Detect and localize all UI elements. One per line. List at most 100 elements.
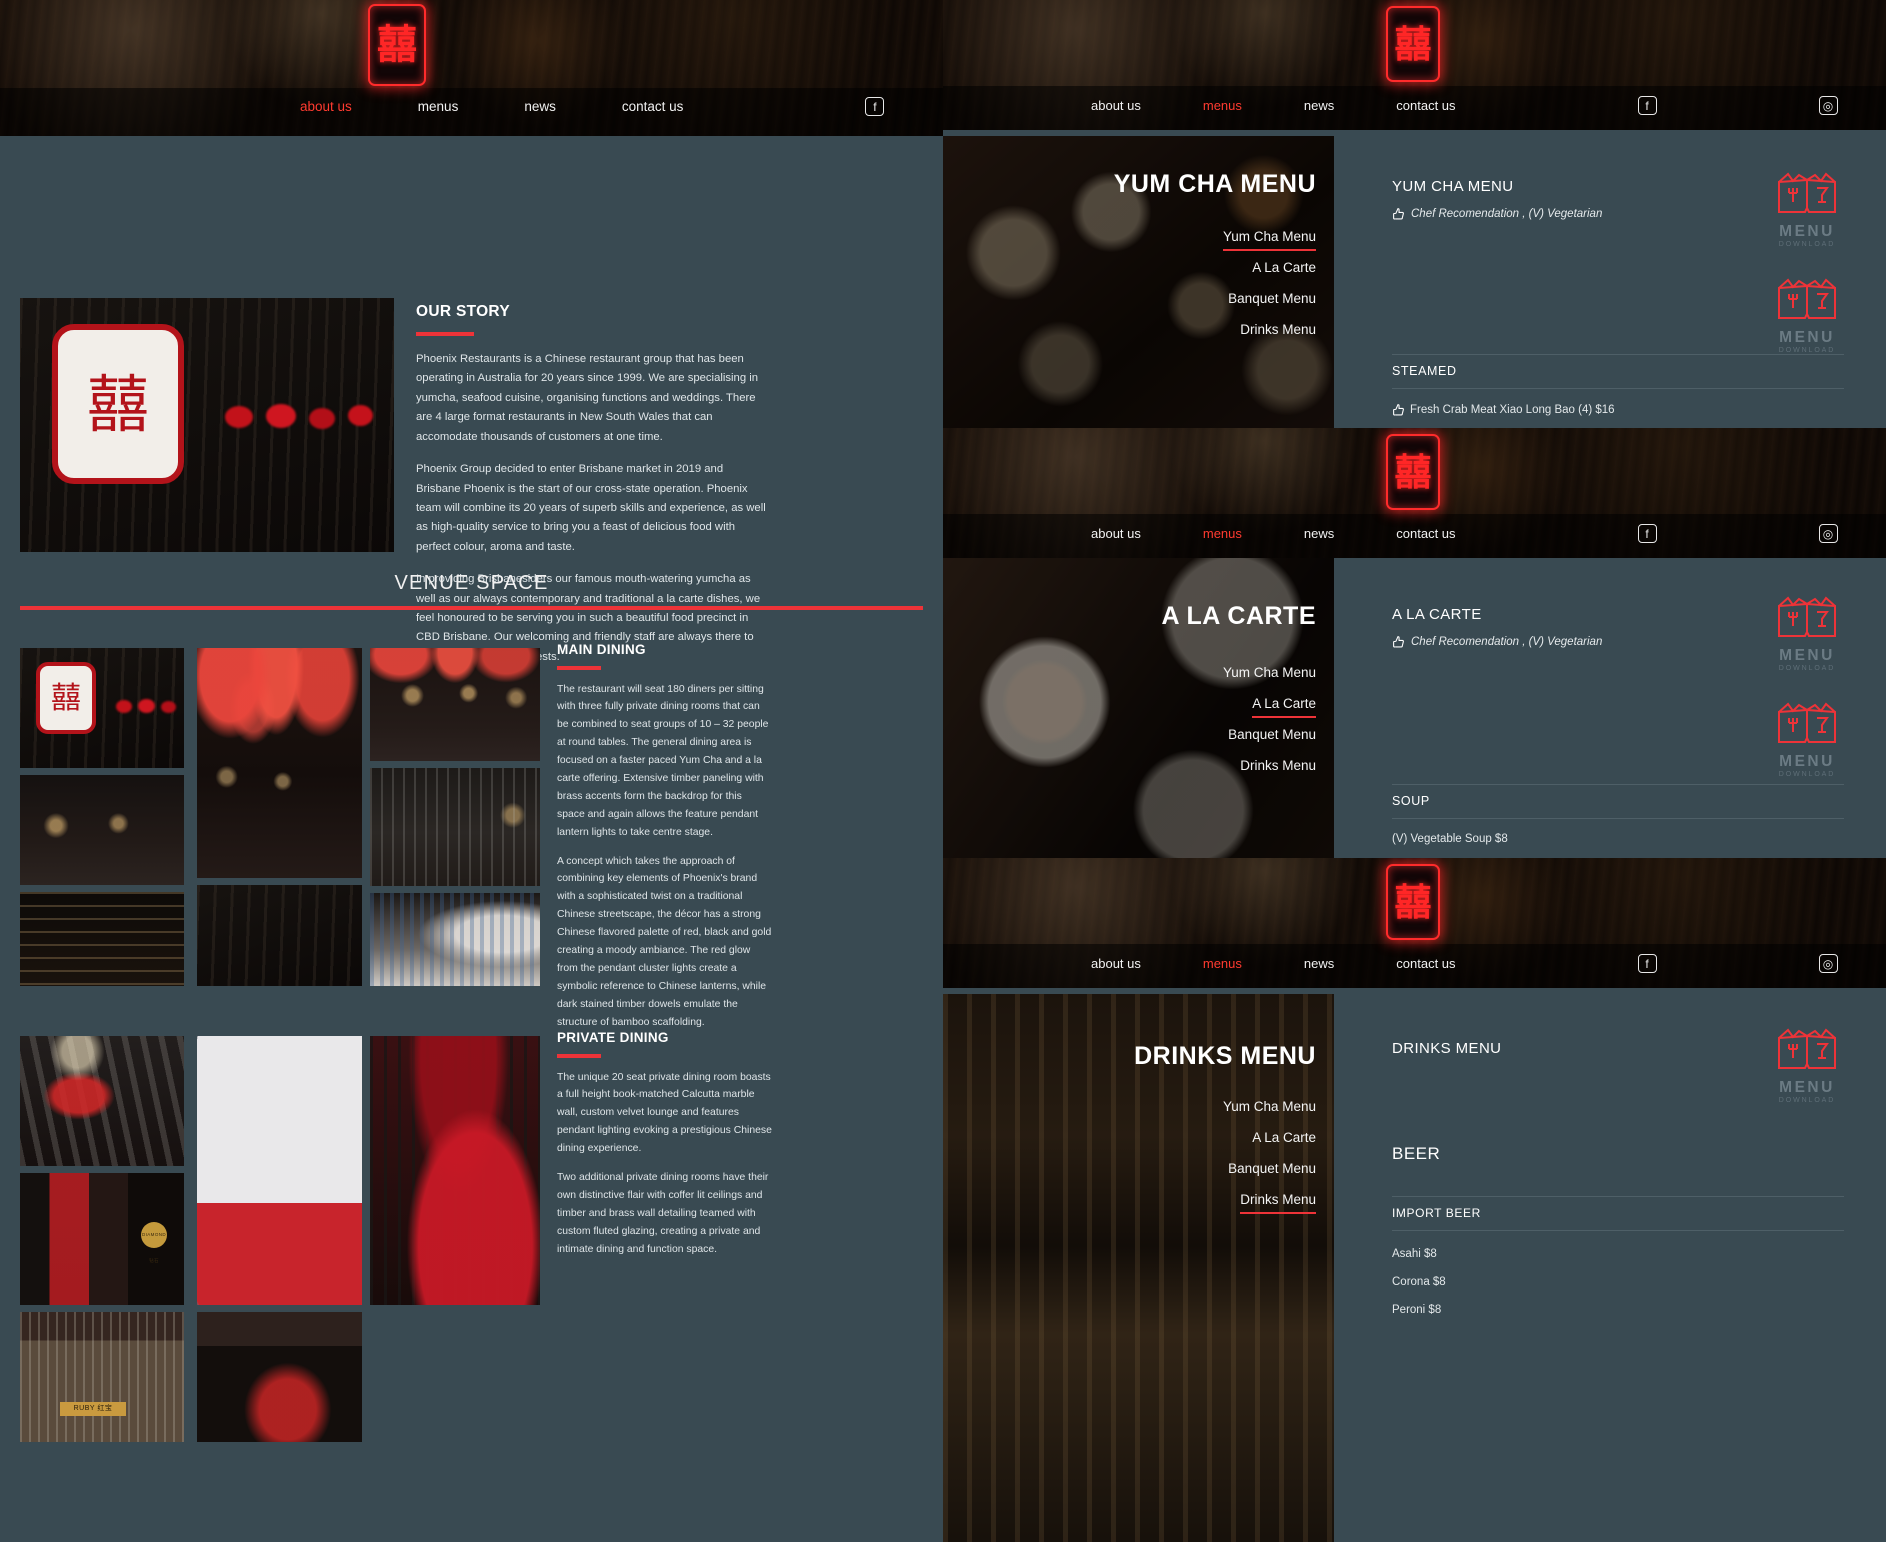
hero-nav-a-la-carte[interactable]: A La Carte [1252,696,1316,718]
drinks-hero: DRINKS MENU Yum Cha Menu A La Carte Banq… [943,994,1334,1542]
hero-nav-banquet-menu[interactable]: Banquet Menu [1228,291,1316,306]
main-dining-heading: MAIN DINING [557,642,646,657]
hero-nav-banquet-menu[interactable]: Banquet Menu [1228,727,1316,742]
hero-title: YUM CHA MENU [1113,170,1316,198]
nav-item-contact-us[interactable]: contact us [1396,956,1455,971]
gallery-image[interactable] [197,648,362,878]
facebook-icon[interactable]: f [1637,524,1657,543]
facebook-icon[interactable]: f [1637,96,1657,115]
nav-item-news[interactable]: news [1304,956,1334,971]
nav-item-news[interactable]: news [524,99,556,114]
main-nav-alacarte: about us menus news contact us f ◎ [1091,524,1886,543]
hero-nav-drinks-menu[interactable]: Drinks Menu [1240,1192,1316,1214]
nav-item-menus[interactable]: menus [418,99,459,114]
nav-item-contact-us[interactable]: contact us [1396,526,1455,541]
gallery-image[interactable] [197,1312,362,1442]
a-la-carte-menu-page: 囍 about us menus news contact us f ◎ A L… [943,428,1886,858]
menu-item: Peroni $8 [1392,1304,1441,1316]
facebook-icon[interactable]: f [865,97,885,116]
nav-item-contact-us[interactable]: contact us [1396,98,1455,113]
drinks-menu-page: 囍 about us menus news contact us f ◎ DRI… [943,858,1886,1542]
nav-item-menus[interactable]: menus [1203,98,1242,113]
nav-item-about-us[interactable]: about us [1091,98,1141,113]
nav-item-contact-us[interactable]: contact us [622,99,684,114]
venue-space-title: VENUE SPACE [394,572,549,594]
a-la-carte-hero: A LA CARTE Yum Cha Menu A La Carte Banqu… [943,558,1334,858]
nav-item-about-us[interactable]: about us [1091,526,1141,541]
phoenix-neon-logo[interactable]: 囍 [1386,6,1440,82]
gallery-image[interactable] [20,892,184,986]
menu-legend-text: Chef Recomendation , (V) Vegetarian [1411,635,1603,648]
logo-glyph: 囍 [377,22,417,68]
menu-item: (V) Vegetable Soup $8 [1392,833,1508,845]
facebook-icon[interactable]: f [1637,954,1657,973]
instagram-icon[interactable]: ◎ [1818,96,1838,115]
download-label-primary: MENU [1779,223,1835,240]
gallery-image[interactable]: 囍 [20,648,184,768]
menu-download-2[interactable]: MENU DOWNLOAD [1770,702,1844,778]
main-dining-text: MAIN DINING The restaurant will seat 180… [557,642,772,1031]
gallery-image[interactable]: DIAMOND 钻石 [20,1173,184,1305]
phoenix-neon-logo[interactable]: 囍 [368,4,426,86]
panel-title: DRINKS MENU [1392,1040,1502,1057]
venue-space-rule [20,606,923,610]
menu-category: IMPORT BEER [1392,1206,1481,1220]
open-book-icon [1778,172,1836,213]
about-us-page: 囍 about us menus news contact us f ◎ 囍 O… [0,0,943,1542]
main-dining-paragraph: The restaurant will seat 180 diners per … [557,683,769,838]
gallery-image[interactable] [20,775,184,885]
site-header-alacarte: 囍 about us menus news contact us f ◎ [943,428,1886,558]
gallery-image[interactable] [20,1036,184,1166]
gallery-image[interactable] [370,893,540,986]
phoenix-neon-logo[interactable]: 囍 [1386,434,1440,510]
menu-download-1[interactable]: MENU DOWNLOAD [1770,172,1844,248]
site-header-yumcha: 囍 about us menus news contact us f ◎ [943,0,1886,130]
menu-download-2[interactable]: MENU DOWNLOAD [1770,278,1844,354]
hero-nav-yum-cha-menu[interactable]: Yum Cha Menu [1223,665,1316,680]
gallery-image[interactable] [370,1036,540,1305]
hero-nav-a-la-carte[interactable]: A La Carte [1252,260,1316,275]
gallery-image[interactable] [370,648,540,761]
story-text-column: OUR STORY Phoenix Restaurants is a Chine… [416,303,766,667]
gallery-image[interactable] [197,1036,362,1305]
story-paragraph: Phoenix Group decided to enter Brisbane … [416,463,766,553]
menu-download-1[interactable]: MENU DOWNLOAD [1770,1028,1844,1104]
nav-item-news[interactable]: news [1304,98,1334,113]
menu-big-category: BEER [1392,1144,1441,1163]
hero-nav-drinks-menu[interactable]: Drinks Menu [1240,322,1316,337]
menu-legend-text: Chef Recomendation , (V) Vegetarian [1411,207,1603,220]
hero-nav-banquet-menu[interactable]: Banquet Menu [1228,1161,1316,1176]
menu-item-text: Peroni $8 [1392,1304,1442,1316]
nav-item-about-us[interactable]: about us [1091,956,1141,971]
phoenix-neon-logo[interactable]: 囍 [1386,864,1440,940]
download-label-primary: MENU [1779,647,1835,664]
main-dining-gallery: 囍 [20,648,540,986]
hero-title: A LA CARTE [1161,602,1316,630]
logo-glyph: 囍 [1394,22,1432,66]
nav-item-about-us[interactable]: about us [300,99,352,114]
instagram-icon[interactable]: ◎ [1818,524,1838,543]
menu-legend: Chef Recomendation , (V) Vegetarian [1392,635,1602,648]
nav-item-news[interactable]: news [1304,526,1334,541]
menu-category: STEAMED [1392,364,1457,378]
menu-item-text: Asahi $8 [1392,1248,1437,1260]
gallery-image[interactable] [197,885,362,986]
instagram-icon[interactable]: ◎ [1818,954,1838,973]
hero-nav-drinks-menu[interactable]: Drinks Menu [1240,758,1316,773]
hero-nav-yum-cha-menu[interactable]: Yum Cha Menu [1223,1099,1316,1114]
thumbs-up-icon [1393,208,1404,220]
hero-nav-yum-cha-menu[interactable]: Yum Cha Menu [1222,229,1317,251]
drinks-menu-panel: DRINKS MENU MENU DOWNLOAD BEER IMPORT BE… [1334,994,1886,1542]
gallery-image[interactable]: RUBY 红宝 [20,1312,184,1442]
hero-nav-a-la-carte[interactable]: A La Carte [1252,1130,1316,1145]
nav-item-menus[interactable]: menus [1203,956,1242,971]
yum-cha-menu-panel: YUM CHA MENU Chef Recomendation , (V) Ve… [1334,136,1886,428]
menu-download-1[interactable]: MENU DOWNLOAD [1770,596,1844,672]
nav-item-menus[interactable]: menus [1203,526,1242,541]
panel-title: A LA CARTE [1392,606,1482,623]
download-label-secondary: DOWNLOAD [1778,346,1836,354]
logo-glyph: 囍 [1394,450,1432,494]
open-book-icon [1778,278,1836,319]
venue-space-header: VENUE SPACE [20,572,923,610]
gallery-image[interactable] [370,768,540,886]
